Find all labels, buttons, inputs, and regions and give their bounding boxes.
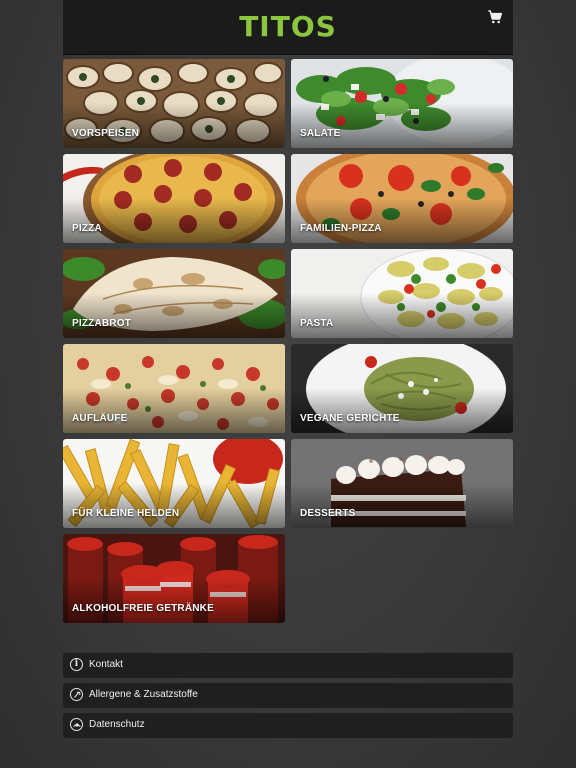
info-icon: i — [70, 658, 83, 671]
app-header: TITOS — [63, 0, 513, 55]
cart-icon[interactable] — [487, 9, 503, 25]
category-label: DESSERTS — [300, 508, 356, 519]
category-label: FAMILIEN-PIZZA — [300, 223, 382, 234]
link-label: Kontakt — [89, 659, 123, 670]
category-label: VEGANE GERICHTE — [300, 413, 400, 424]
category-label: SALATE — [300, 128, 341, 139]
category-tile-familien-pizza[interactable]: FAMILIEN-PIZZA — [291, 154, 513, 243]
link-label: Allergene & Zusatzstoffe — [89, 689, 198, 700]
tile-shade — [63, 388, 285, 433]
tile-shade — [63, 103, 285, 148]
category-tile-pasta[interactable]: PASTA — [291, 249, 513, 338]
tile-shade — [291, 198, 513, 243]
tile-shade — [63, 483, 285, 528]
category-tile-alkoholfreie-getraenke[interactable]: ALKOHOLFREIE GETRÄNKE — [63, 534, 285, 623]
tile-shade — [63, 293, 285, 338]
brand-logo[interactable]: TITOS — [63, 10, 513, 43]
tile-shade — [291, 483, 513, 528]
link-datenschutz[interactable]: Datenschutz — [63, 713, 513, 738]
category-tile-vorspeisen[interactable]: VORSPEISEN — [63, 59, 285, 148]
category-label: FÜR KLEINE HELDEN — [72, 508, 180, 519]
category-tile-auflaeufe[interactable]: AUFLÄUFE — [63, 344, 285, 433]
link-kontakt[interactable]: i Kontakt — [63, 653, 513, 678]
link-allergene[interactable]: Allergene & Zusatzstoffe — [63, 683, 513, 708]
category-label: PIZZA — [72, 223, 102, 234]
category-label: ALKOHOLFREIE GETRÄNKE — [72, 603, 214, 614]
allergen-icon — [70, 688, 83, 701]
privacy-icon — [70, 718, 83, 731]
tile-shade — [291, 293, 513, 338]
category-label: VORSPEISEN — [72, 128, 140, 139]
category-tile-pizza[interactable]: PIZZA — [63, 154, 285, 243]
category-tile-salate[interactable]: SALATE — [291, 59, 513, 148]
link-label: Datenschutz — [89, 719, 145, 730]
category-tile-fuer-kleine-helden[interactable]: FÜR KLEINE HELDEN — [63, 439, 285, 528]
category-label: PIZZABROT — [72, 318, 132, 329]
category-label: PASTA — [300, 318, 334, 329]
tile-shade — [63, 198, 285, 243]
tile-shade — [291, 388, 513, 433]
app-container: TITOS VORSPEISEN SALATE PIZZA FAMILIEN-P… — [63, 0, 513, 768]
category-tile-desserts[interactable]: DESSERTS — [291, 439, 513, 528]
category-tile-vegane-gerichte[interactable]: VEGANE GERICHTE — [291, 344, 513, 433]
tile-shade — [63, 578, 285, 623]
category-label: AUFLÄUFE — [72, 413, 128, 424]
category-tile-pizzabrot[interactable]: PIZZABROT — [63, 249, 285, 338]
tile-shade — [291, 103, 513, 148]
